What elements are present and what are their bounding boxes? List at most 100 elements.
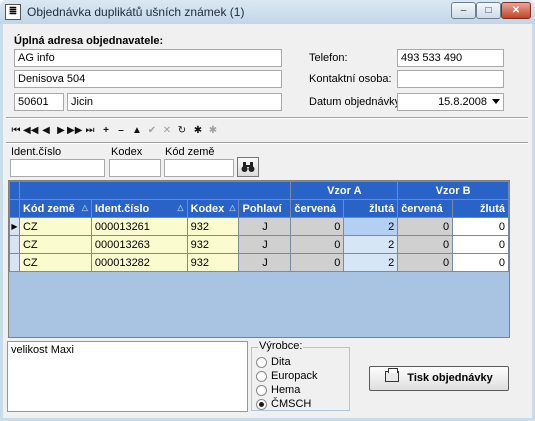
print-order-button[interactable]: Tisk objednávky [369, 366, 509, 391]
maximize-button[interactable]: □ [476, 2, 501, 19]
minimize-button[interactable]: – [451, 2, 476, 19]
kod-zeme-search-label: Kód země [165, 146, 215, 158]
title-bar[interactable]: ≣ Objednávka duplikátů ušních známek (1)… [0, 0, 535, 24]
close-button[interactable]: ✕ [501, 2, 531, 19]
col-header-a-zluta[interactable]: žlutá [343, 199, 399, 218]
cell-a-cervena[interactable]: 0 [290, 217, 345, 236]
window-title: Objednávka duplikátů ušních známek (1) [27, 5, 245, 19]
client-area: Úplná adresa objednavatele: AG info Deni… [3, 24, 532, 418]
table-row[interactable]: CZ 000013263 932 J 0 2 0 0 [9, 235, 509, 254]
kodex-search-label: Kodex [111, 146, 143, 158]
cell-kodex[interactable]: 932 [186, 253, 240, 272]
order-date-picker[interactable]: 15.8.2008 [397, 93, 504, 111]
contact-person-field[interactable] [397, 70, 504, 88]
radio-label-hema[interactable]: Hema [271, 384, 300, 396]
group-header-vzor-b: Vzor B [397, 181, 509, 200]
order-date-label: Datum objednávky: [309, 96, 404, 108]
ident-search-label: Ident.číslo [11, 146, 62, 158]
cell-b-cervena[interactable]: 0 [397, 235, 454, 254]
table-row[interactable]: CZ 000013282 932 J 0 2 0 0 [9, 253, 509, 272]
delete-record-icon[interactable]: – [114, 124, 128, 138]
cell-a-cervena[interactable]: 0 [290, 235, 345, 254]
col-header-b-cervena[interactable]: červená [397, 199, 454, 218]
col-header-b-zluta[interactable]: žlutá [452, 199, 509, 218]
first-record-icon[interactable]: ⏮ [9, 124, 23, 138]
cell-kod-zeme[interactable]: CZ [18, 235, 92, 254]
cell-a-zluta[interactable]: 2 [343, 217, 399, 236]
cell-ident[interactable]: 000013261 [90, 217, 188, 236]
column-header-row: Kód země △ Ident.číslo △ Kodex △ Pohlaví če… [9, 199, 509, 218]
zip-field[interactable]: 50601 [14, 93, 64, 111]
cell-pohlavi[interactable]: J [238, 253, 292, 272]
col-header-label: Kód země [22, 202, 75, 215]
radio-cmsch[interactable] [256, 399, 267, 410]
cell-kod-zeme[interactable]: CZ [18, 217, 92, 236]
col-header-a-cervena[interactable]: červená [290, 199, 345, 218]
cell-kodex[interactable]: 932 [186, 235, 240, 254]
col-header-pohlavi[interactable]: Pohlaví [238, 199, 292, 218]
cell-a-cervena[interactable]: 0 [290, 253, 345, 272]
app-icon: ≣ [5, 4, 21, 20]
radio-dita[interactable] [256, 357, 267, 368]
group-header-row: Vzor A Vzor B [9, 181, 509, 200]
table-row[interactable]: ▶ CZ 000013261 932 J 0 2 0 0 [9, 217, 509, 236]
binoculars-icon [241, 162, 255, 172]
insert-record-icon[interactable]: + [99, 124, 113, 138]
radio-europack[interactable] [256, 371, 267, 382]
indicator-header [9, 181, 20, 200]
order-date-value: 15.8.2008 [438, 96, 487, 108]
radio-label-cmsch[interactable]: ČMSCH [271, 398, 311, 410]
city-field[interactable]: Jicin [67, 93, 282, 111]
address-line1-field[interactable]: AG info [14, 49, 282, 67]
manufacturer-legend: Výrobce: [258, 340, 304, 352]
cell-kod-zeme[interactable]: CZ [18, 253, 92, 272]
cell-a-zluta[interactable]: 2 [343, 235, 399, 254]
cell-pohlavi[interactable]: J [238, 235, 292, 254]
phone-field[interactable]: 493 533 490 [397, 49, 504, 67]
next-record-icon[interactable]: ▶ [54, 124, 68, 138]
group-header-vzor-a: Vzor A [290, 181, 399, 200]
edit-record-icon[interactable]: ▲ [130, 124, 144, 138]
apply-update-icon[interactable]: ✱ [191, 124, 205, 138]
sort-icon: △ [81, 202, 88, 212]
radio-label-dita[interactable]: Dita [271, 356, 291, 368]
order-grid[interactable]: Vzor A Vzor B Kód země △ Ident.číslo △ Kod… [8, 180, 510, 338]
refresh-icon[interactable]: ↻ [175, 124, 189, 138]
next-page-icon[interactable]: ▶▶ [67, 124, 82, 138]
post-edit-icon[interactable]: ✔ [145, 124, 159, 138]
current-row-icon: ▶ [9, 217, 20, 236]
chevron-down-icon[interactable] [492, 99, 500, 104]
prior-record-icon[interactable]: ◀ [39, 124, 53, 138]
col-header-kod-zeme[interactable]: Kód země △ [18, 199, 92, 218]
radio-hema[interactable] [256, 385, 267, 396]
kod-zeme-search-input[interactable] [164, 159, 234, 177]
cell-b-zluta[interactable]: 0 [452, 253, 509, 272]
cell-pohlavi[interactable]: J [238, 217, 292, 236]
cell-ident[interactable]: 000013282 [90, 253, 188, 272]
prior-page-icon[interactable]: ◀◀ [23, 124, 38, 138]
radio-label-europack[interactable]: Europack [271, 370, 317, 382]
cell-b-zluta[interactable]: 0 [452, 235, 509, 254]
cell-kodex[interactable]: 932 [186, 217, 240, 236]
address-heading: Úplná adresa objednavatele: [14, 35, 164, 47]
kodex-search-input[interactable] [109, 159, 161, 177]
last-record-icon[interactable]: ⏭ [83, 124, 97, 138]
cell-b-cervena[interactable]: 0 [397, 217, 454, 236]
cell-b-cervena[interactable]: 0 [397, 253, 454, 272]
cancel-update-icon[interactable]: ✱ [206, 124, 220, 138]
find-button[interactable] [237, 157, 259, 177]
col-header-label: Kodex [190, 202, 225, 215]
col-header-label: Ident.číslo [94, 202, 150, 215]
cancel-edit-icon[interactable]: ✕ [160, 124, 174, 138]
cell-ident[interactable]: 000013263 [90, 235, 188, 254]
col-header-kodex[interactable]: Kodex △ [186, 199, 240, 218]
note-memo[interactable]: velikost Maxi [7, 341, 248, 412]
ident-search-input[interactable] [10, 159, 105, 177]
address-line2-field[interactable]: Denisova 504 [14, 70, 282, 88]
sort-icon: △ [177, 202, 184, 212]
col-header-ident[interactable]: Ident.číslo △ [90, 199, 188, 218]
cell-b-zluta[interactable]: 0 [452, 217, 509, 236]
cell-a-zluta[interactable]: 2 [343, 253, 399, 272]
divider [6, 117, 528, 119]
group-header-blank [18, 181, 292, 200]
